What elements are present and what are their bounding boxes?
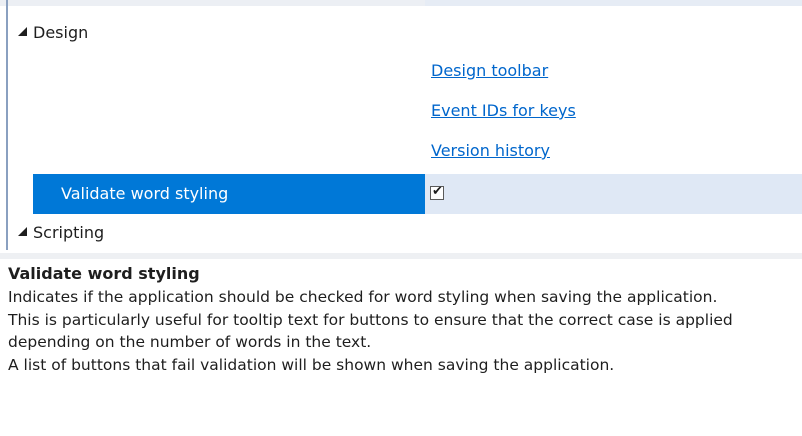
category-label: Design xyxy=(33,23,89,42)
design-toolbar-link[interactable]: Design toolbar xyxy=(431,61,548,81)
description-line: A list of buttons that fail validation w… xyxy=(8,355,615,374)
description-line: Indicates if the application should be c… xyxy=(8,288,718,306)
description-panel: Validate word styling Indicates if the a… xyxy=(8,262,800,376)
category-scripting[interactable]: Scripting xyxy=(0,214,802,254)
description-title: Validate word styling xyxy=(8,264,200,283)
description-line: This is particularly useful for tooltip … xyxy=(8,310,738,352)
expanded-triangle-icon[interactable] xyxy=(18,27,27,36)
property-grid: Design Design toolbar Event IDs for keys… xyxy=(0,14,802,254)
property-name-cell[interactable]: Validate word styling xyxy=(33,174,425,214)
property-value-cell[interactable]: ✔ xyxy=(425,174,802,214)
category-design[interactable]: Design xyxy=(0,14,802,54)
design-link-row: Version history xyxy=(0,134,802,174)
category-label: Scripting xyxy=(33,223,105,242)
expanded-triangle-icon[interactable] xyxy=(18,227,27,236)
design-link-row: Design toolbar xyxy=(0,54,802,94)
event-ids-for-keys-link[interactable]: Event IDs for keys xyxy=(431,101,576,121)
property-name: Validate word styling xyxy=(61,184,229,203)
property-grid-top-strip xyxy=(0,0,802,6)
design-link-row: Event IDs for keys xyxy=(0,94,802,134)
checkbox-checked-icon[interactable]: ✔ xyxy=(430,184,444,200)
check-mark-icon: ✔ xyxy=(432,184,443,199)
description-separator[interactable] xyxy=(0,253,802,259)
version-history-link[interactable]: Version history xyxy=(431,141,550,161)
property-row-validate-word-styling[interactable]: Validate word styling ✔ xyxy=(0,174,802,214)
value-column-strip xyxy=(425,0,802,6)
